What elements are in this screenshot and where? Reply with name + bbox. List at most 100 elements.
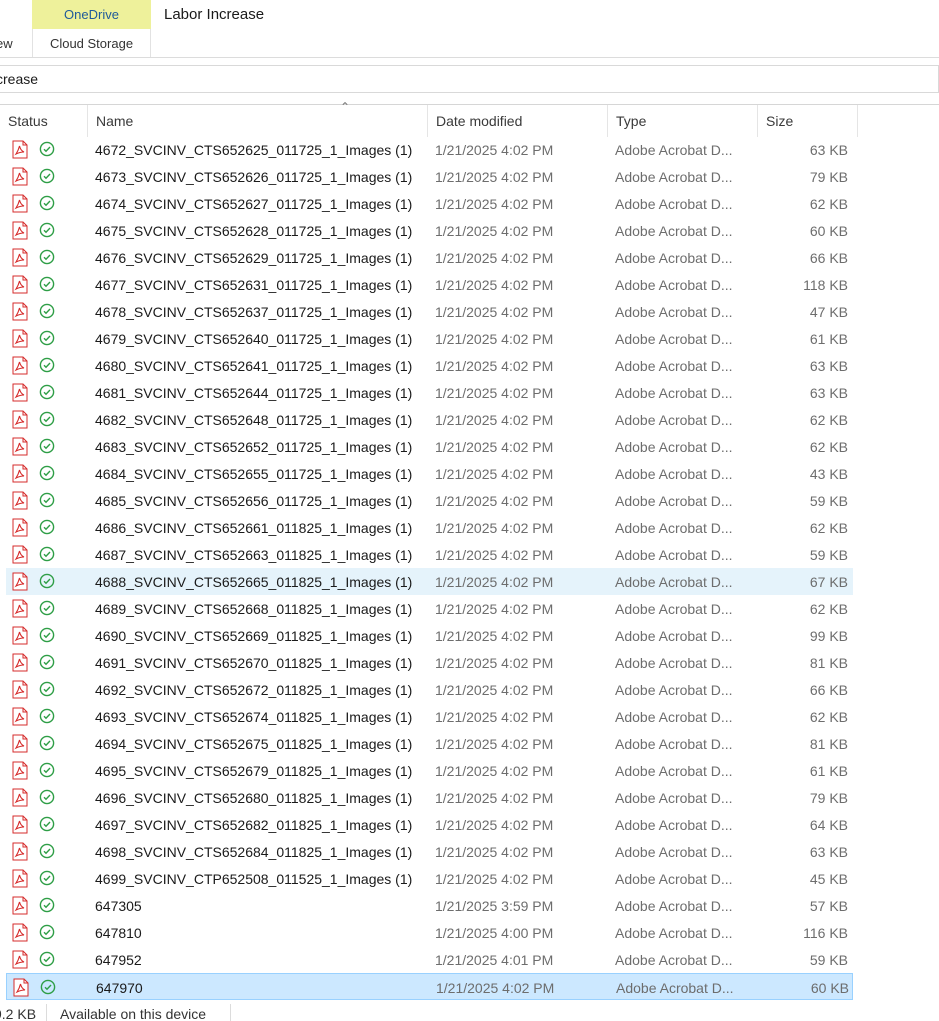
table-row[interactable]: 647810 1/21/2025 4:00 PM Adobe Acrobat D..… [6,919,853,946]
pdf-icon [12,842,28,861]
table-row[interactable]: 4689_SVCINV_CTS652668_011825_1_Images (1… [6,595,853,622]
file-date-modified: 1/21/2025 4:02 PM [435,843,554,860]
file-date-modified: 1/21/2025 4:02 PM [435,789,554,806]
table-row[interactable]: 4678_SVCINV_CTS652637_011725_1_Images (1… [6,298,853,325]
file-size: 81 KB [809,654,848,671]
synced-check-icon [39,168,55,184]
table-row[interactable]: 4683_SVCINV_CTS652652_011725_1_Images (1… [6,433,853,460]
synced-check-icon [39,222,55,238]
file-type: Adobe Acrobat D... [615,465,733,482]
synced-check-icon [39,195,55,211]
table-row[interactable]: 4673_SVCINV_CTS652626_011725_1_Images (1… [6,163,853,190]
file-date-modified: 1/21/2025 4:02 PM [435,708,554,725]
synced-check-icon [39,843,55,859]
file-type: Adobe Acrobat D... [615,546,733,563]
synced-check-icon [40,979,56,995]
pdf-icon [12,518,28,537]
table-row[interactable]: 4692_SVCINV_CTS652672_011825_1_Images (1… [6,676,853,703]
file-name: 647810 [95,924,142,941]
column-header-name[interactable]: ⌃ Name [88,100,428,137]
table-row[interactable]: 4693_SVCINV_CTS652674_011825_1_Images (1… [6,703,853,730]
pdf-icon [12,572,28,591]
file-date-modified: 1/21/2025 4:02 PM [435,492,554,509]
table-row[interactable]: 4699_SVCINV_CTP652508_011525_1_Images (1… [6,865,853,892]
file-date-modified: 1/21/2025 4:02 PM [435,222,554,239]
file-name: 647952 [95,951,142,968]
table-row[interactable]: 4677_SVCINV_CTS652631_011725_1_Images (1… [6,271,853,298]
table-row[interactable]: 4688_SVCINV_CTS652665_011825_1_Images (1… [6,568,853,595]
synced-check-icon [39,627,55,643]
table-row[interactable]: 647952 1/21/2025 4:01 PM Adobe Acrobat D..… [6,946,853,973]
file-type: Adobe Acrobat D... [615,897,733,914]
synced-check-icon [39,411,55,427]
table-row[interactable]: 4684_SVCINV_CTS652655_011725_1_Images (1… [6,460,853,487]
file-type: Adobe Acrobat D... [615,276,733,293]
ribbon-view-tab[interactable]: ew [0,36,13,51]
address-path[interactable]: crease [0,71,38,87]
column-header-type[interactable]: Type [608,105,758,137]
synced-check-icon [39,951,55,967]
pdf-icon [12,599,28,618]
file-type: Adobe Acrobat D... [615,843,733,860]
table-row[interactable]: 4695_SVCINV_CTS652679_011825_1_Images (1… [6,757,853,784]
table-row[interactable]: 4696_SVCINV_CTS652680_011825_1_Images (1… [6,784,853,811]
synced-check-icon [39,438,55,454]
table-row[interactable]: 4680_SVCINV_CTS652641_011725_1_Images (1… [6,352,853,379]
column-header-size[interactable]: Size [758,105,858,137]
file-name: 4686_SVCINV_CTS652661_011825_1_Images (1… [95,519,413,536]
table-row[interactable]: 4694_SVCINV_CTS652675_011825_1_Images (1… [6,730,853,757]
file-type: Adobe Acrobat D... [615,681,733,698]
table-row[interactable]: 4682_SVCINV_CTS652648_011725_1_Images (1… [6,406,853,433]
file-name: 4682_SVCINV_CTS652648_011725_1_Images (1… [95,411,413,428]
synced-check-icon [39,600,55,616]
ribbon: ew OneDrive Cloud Storage Labor Increase [0,0,939,58]
table-row[interactable]: 4679_SVCINV_CTS652640_011725_1_Images (1… [6,325,853,352]
file-date-modified: 1/21/2025 3:59 PM [435,897,554,914]
file-size: 61 KB [809,762,848,779]
pdf-icon [12,410,28,429]
file-date-modified: 1/21/2025 4:02 PM [435,384,554,401]
address-bar[interactable]: crease [0,65,939,93]
file-name: 4697_SVCINV_CTS652682_011825_1_Images (1… [95,816,413,833]
table-row[interactable]: 647970 1/21/2025 4:02 PM Adobe Acrobat D..… [6,973,853,1000]
file-name: 4685_SVCINV_CTS652656_011725_1_Images (1… [95,492,413,509]
table-row[interactable]: 4672_SVCINV_CTS652625_011725_1_Images (1… [6,136,853,163]
synced-check-icon [39,654,55,670]
file-type: Adobe Acrobat D... [615,789,733,806]
ribbon-divider [0,57,939,58]
table-row[interactable]: 4691_SVCINV_CTS652670_011825_1_Images (1… [6,649,853,676]
table-row[interactable]: 4674_SVCINV_CTS652627_011725_1_Images (1… [6,190,853,217]
table-row[interactable]: 4690_SVCINV_CTS652669_011825_1_Images (1… [6,622,853,649]
file-size: 81 KB [809,735,848,752]
file-date-modified: 1/21/2025 4:02 PM [435,411,554,428]
synced-check-icon [39,924,55,940]
tab-cloud-storage[interactable]: Cloud Storage [32,29,151,58]
table-row[interactable]: 647305 1/21/2025 3:59 PM Adobe Acrobat D..… [6,892,853,919]
file-size: 60 KB [809,222,848,239]
file-date-modified: 1/21/2025 4:02 PM [435,438,554,455]
table-row[interactable]: 4685_SVCINV_CTS652656_011725_1_Images (1… [6,487,853,514]
column-header-status[interactable]: Status [0,105,88,137]
file-type: Adobe Acrobat D... [616,979,734,996]
column-header-row: Status ⌃ Name Date modified Type Size [0,100,939,137]
file-type: Adobe Acrobat D... [615,249,733,266]
table-row[interactable]: 4686_SVCINV_CTS652661_011825_1_Images (1… [6,514,853,541]
file-size: 116 KB [803,924,848,941]
file-size: 66 KB [809,681,848,698]
table-row[interactable]: 4687_SVCINV_CTS652663_011825_1_Images (1… [6,541,853,568]
table-row[interactable]: 4676_SVCINV_CTS652629_011725_1_Images (1… [6,244,853,271]
file-date-modified: 1/21/2025 4:02 PM [435,762,554,779]
file-date-modified: 1/21/2025 4:02 PM [435,681,554,698]
table-row[interactable]: 4681_SVCINV_CTS652644_011725_1_Images (1… [6,379,853,406]
table-row[interactable]: 4698_SVCINV_CTS652684_011825_1_Images (1… [6,838,853,865]
file-type: Adobe Acrobat D... [615,141,733,158]
file-type: Adobe Acrobat D... [615,924,733,941]
table-row[interactable]: 4675_SVCINV_CTS652628_011725_1_Images (1… [6,217,853,244]
file-name: 4681_SVCINV_CTS652644_011725_1_Images (1… [95,384,413,401]
table-row[interactable]: 4697_SVCINV_CTS652682_011825_1_Images (1… [6,811,853,838]
file-date-modified: 1/21/2025 4:02 PM [435,816,554,833]
file-date-modified: 1/21/2025 4:02 PM [435,870,554,887]
status-separator [46,1004,47,1021]
column-header-date-modified[interactable]: Date modified [428,105,608,137]
file-size: 43 KB [809,465,848,482]
